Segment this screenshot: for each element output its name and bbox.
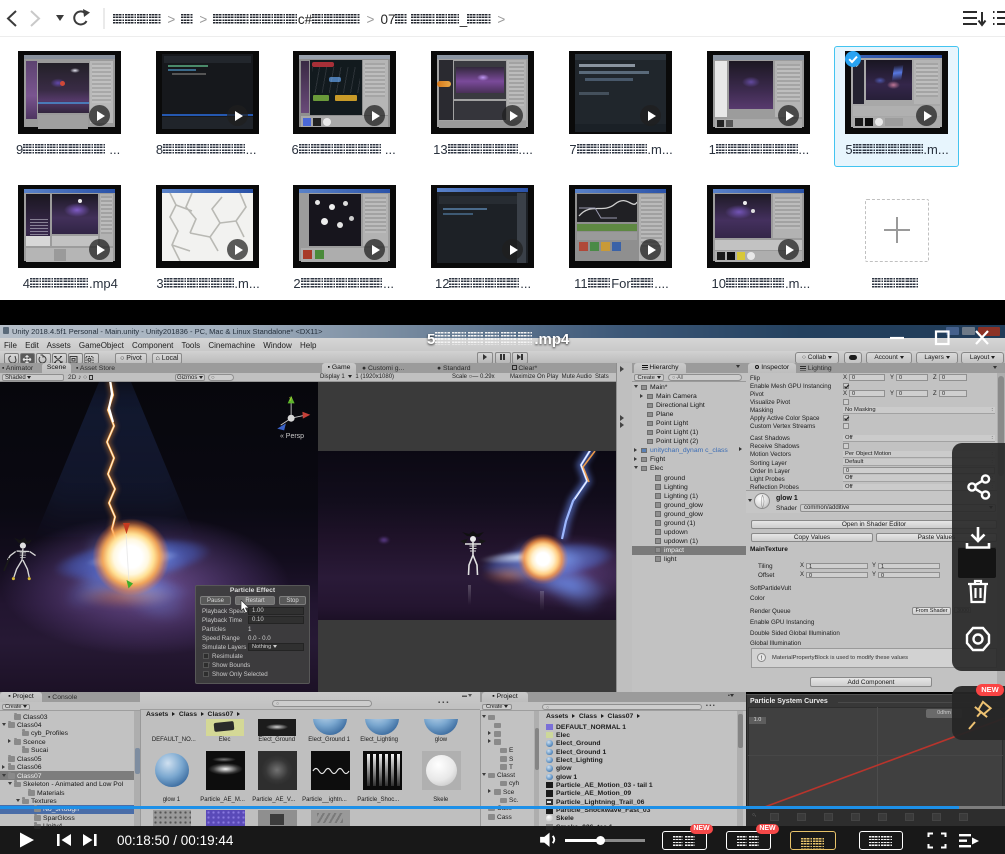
- svg-text:y: y: [289, 396, 292, 402]
